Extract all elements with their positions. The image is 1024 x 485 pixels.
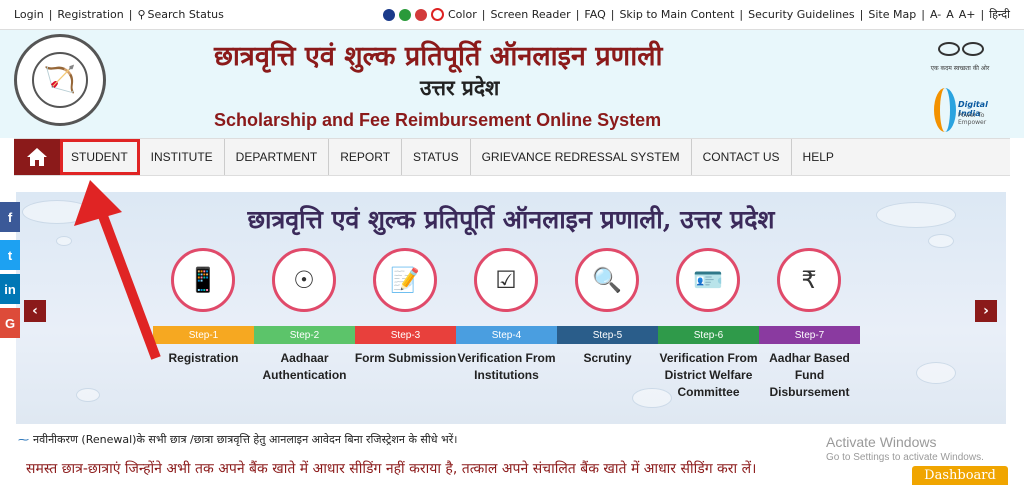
- banner-title: छात्रवृत्ति एवं शुल्क प्रतिपूर्ति ऑनलाइन…: [247, 205, 775, 234]
- activate-windows-title: Activate Windows: [826, 434, 937, 450]
- search-status-link[interactable]: Search Status: [148, 8, 224, 21]
- home-button[interactable]: [14, 139, 60, 175]
- aadhaar-fingerprint-icon: ☉: [272, 248, 336, 312]
- linkedin-icon[interactable]: in: [0, 274, 20, 304]
- nav-item-grievance[interactable]: GRIEVANCE REDRESSAL SYSTEM: [471, 139, 692, 175]
- registration-link[interactable]: Registration: [57, 8, 123, 21]
- step-label: Verification From District Welfare Commi…: [659, 351, 758, 399]
- aadhaar-seeding-notice: समस्त छात्र-छात्राएं जिन्होंने अभी तक अप…: [26, 461, 757, 477]
- theme-green-button[interactable]: [399, 8, 411, 21]
- verified-document-icon: ☑: [474, 248, 538, 312]
- nav-item-student[interactable]: STUDENT: [60, 139, 140, 175]
- process-banner: छात्रवृत्ति एवं शुल्क प्रतिपूर्ति ऑनलाइन…: [16, 192, 1006, 424]
- activate-windows-watermark: Activate Windows Go to Settings to activ…: [826, 434, 984, 463]
- step-label: Aadhaar Authentication: [262, 351, 347, 382]
- faq-link[interactable]: FAQ: [584, 8, 605, 21]
- digital-india-logo-icon: Digital India Power To Empower: [932, 86, 1002, 136]
- nav-item-contact[interactable]: CONTACT US: [692, 139, 792, 175]
- step-badge: Step-5: [557, 326, 658, 344]
- digital-india-tagline: Power To Empower: [958, 112, 987, 126]
- step-badge: Step-2: [254, 326, 355, 344]
- carousel-prev-button[interactable]: ‹: [24, 300, 46, 322]
- process-steps: 📱 Step-1 Registration ☉ Step-2 Aadhaar A…: [153, 248, 863, 424]
- skip-content-link[interactable]: Skip to Main Content: [619, 8, 734, 21]
- site-title-english: Scholarship and Fee Reimbursement Online…: [214, 110, 662, 130]
- top-left-links: Login | Registration | ⚲ Search Status: [14, 8, 224, 21]
- theme-blue-button[interactable]: [383, 8, 395, 21]
- step-badge: Step-3: [355, 326, 456, 344]
- swachh-bharat-logo-icon: एक कदम स्वच्छता की ओर: [930, 38, 990, 78]
- step-badge: Step-7: [759, 326, 860, 344]
- dashboard-button[interactable]: Dashboard: [912, 466, 1008, 485]
- top-right-links: Color | Screen Reader | FAQ | Skip to Ma…: [383, 7, 1010, 22]
- link-icon: ⁓: [18, 433, 29, 446]
- screen-reader-link[interactable]: Screen Reader: [490, 8, 570, 21]
- font-normal-button[interactable]: A: [946, 8, 954, 21]
- page: Login | Registration | ⚲ Search Status C…: [0, 0, 1024, 485]
- font-decrease-button[interactable]: A-: [930, 8, 941, 21]
- font-increase-button[interactable]: A+: [959, 8, 976, 21]
- nav-item-department[interactable]: DEPARTMENT: [225, 139, 330, 175]
- site-subtitle-hindi: उत्तर प्रदेश: [420, 75, 500, 100]
- step-label: Form Submission: [354, 351, 457, 365]
- rupee-hand-icon: ₹: [777, 248, 841, 312]
- step-label: Verification From Institutions: [457, 351, 556, 382]
- carousel-next-button[interactable]: ›: [975, 300, 997, 322]
- magnifier-icon: 🔍: [575, 248, 639, 312]
- hindi-language-link[interactable]: हिन्दी: [989, 7, 1010, 22]
- theme-red-button[interactable]: [415, 8, 427, 21]
- site-map-link[interactable]: Site Map: [868, 8, 916, 21]
- step-badge: Step-4: [456, 326, 557, 344]
- form-document-icon: 📝: [373, 248, 437, 312]
- main-navigation: STUDENT INSTITUTE DEPARTMENT REPORT STAT…: [14, 138, 1010, 176]
- up-state-emblem-icon: 🏹: [14, 34, 106, 126]
- color-link[interactable]: Color: [448, 8, 477, 21]
- renewal-text: नवीनीकरण (Renewal)के सभी छात्र /छात्रा छ…: [33, 433, 458, 446]
- step-label: Scrutiny: [583, 351, 632, 365]
- search-icon: ⚲: [137, 8, 146, 21]
- nav-item-institute[interactable]: INSTITUTE: [140, 139, 225, 175]
- step-label: Aadhar Based Fund Disbursement: [769, 351, 850, 399]
- twitter-icon[interactable]: t: [0, 240, 20, 270]
- top-utility-bar: Login | Registration | ⚲ Search Status C…: [0, 0, 1024, 30]
- step-label: Registration: [168, 351, 239, 365]
- step-badge: Step-6: [658, 326, 759, 344]
- site-header: 🏹 छात्रवृत्ति एवं शुल्क प्रतिपूर्ति ऑनला…: [0, 30, 1024, 138]
- home-icon: [27, 148, 47, 166]
- registration-icon: 📱: [171, 248, 235, 312]
- nav-item-help[interactable]: HELP: [792, 139, 845, 175]
- swachh-caption: एक कदम स्वच्छता की ओर: [930, 65, 990, 72]
- security-guidelines-link[interactable]: Security Guidelines: [748, 8, 855, 21]
- login-link[interactable]: Login: [14, 8, 44, 21]
- site-title-hindi: छात्रवृत्ति एवं शुल्क प्रतिपूर्ति ऑनलाइन…: [214, 41, 663, 72]
- google-plus-icon[interactable]: G: [0, 308, 20, 338]
- id-card-check-icon: 🪪: [676, 248, 740, 312]
- facebook-icon[interactable]: f: [0, 202, 20, 232]
- step-badge: Step-1: [153, 326, 254, 344]
- nav-item-report[interactable]: REPORT: [329, 139, 403, 175]
- nav-item-status[interactable]: STATUS: [402, 139, 471, 175]
- renewal-notice[interactable]: ⁓ नवीनीकरण (Renewal)के सभी छात्र /छात्रा …: [18, 432, 457, 447]
- activate-windows-subtitle: Go to Settings to activate Windows.: [826, 452, 984, 463]
- theme-default-button[interactable]: [431, 8, 444, 21]
